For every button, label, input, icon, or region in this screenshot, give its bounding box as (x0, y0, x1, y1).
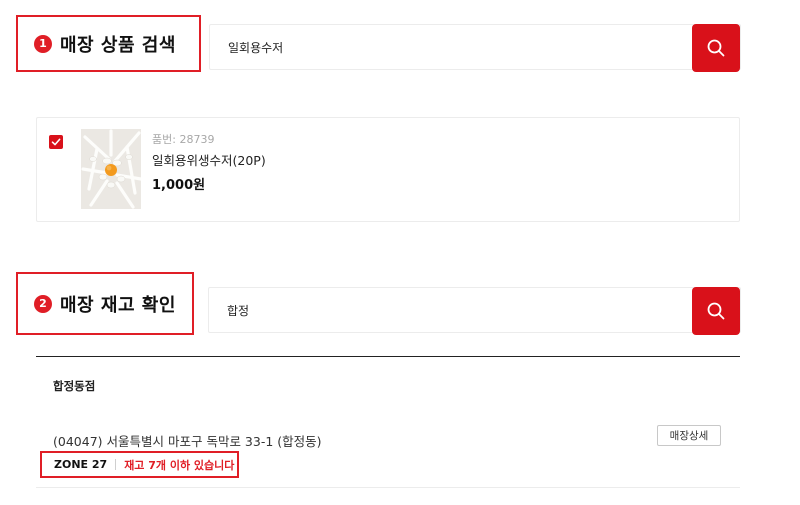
search-icon (707, 39, 725, 57)
product-search-title: 매장 상품 검색 (60, 34, 176, 56)
product-result-card[interactable]: 품번: 28739 일회용위생수저(20P) 1,000원 (36, 117, 740, 222)
zone-label: ZONE 27 (54, 458, 108, 471)
store-search-input[interactable] (227, 288, 667, 332)
step-number-badge: 2 (34, 294, 52, 313)
product-code-value: 28739 (179, 133, 215, 146)
product-price: 1,000원 (152, 178, 206, 193)
search-icon (707, 302, 725, 320)
checkmark-icon (51, 138, 61, 146)
stock-check-title: 매장 재고 확인 (60, 294, 176, 316)
product-checkbox[interactable] (49, 135, 63, 149)
product-code: 품번: 28739 (152, 131, 214, 147)
product-search-heading: 1 매장 상품 검색 (16, 15, 201, 72)
store-detail-button[interactable]: 매장상세 (657, 425, 721, 446)
results-divider (36, 356, 740, 357)
stock-info-highlight: ZONE 27 재고 7개 이하 있습니다 (40, 451, 239, 478)
product-search-input[interactable] (228, 25, 668, 69)
store-row-divider (36, 487, 740, 488)
step-number-badge: 1 (34, 34, 52, 53)
product-code-label: 품번: (152, 133, 176, 146)
product-name: 일회용위생수저(20P) (152, 153, 266, 168)
store-search-box (208, 287, 741, 333)
zone-separator (115, 459, 117, 470)
stock-status: 재고 7개 이하 있습니다 (124, 458, 235, 472)
product-search-box (209, 24, 741, 70)
store-address: (04047) 서울특별시 마포구 독막로 33-1 (합정동) (53, 434, 322, 449)
product-search-button[interactable] (692, 24, 740, 72)
stock-check-heading: 2 매장 재고 확인 (16, 272, 194, 335)
store-name: 합정동점 (53, 379, 96, 393)
store-search-button[interactable] (692, 287, 740, 335)
product-thumbnail (81, 129, 141, 209)
